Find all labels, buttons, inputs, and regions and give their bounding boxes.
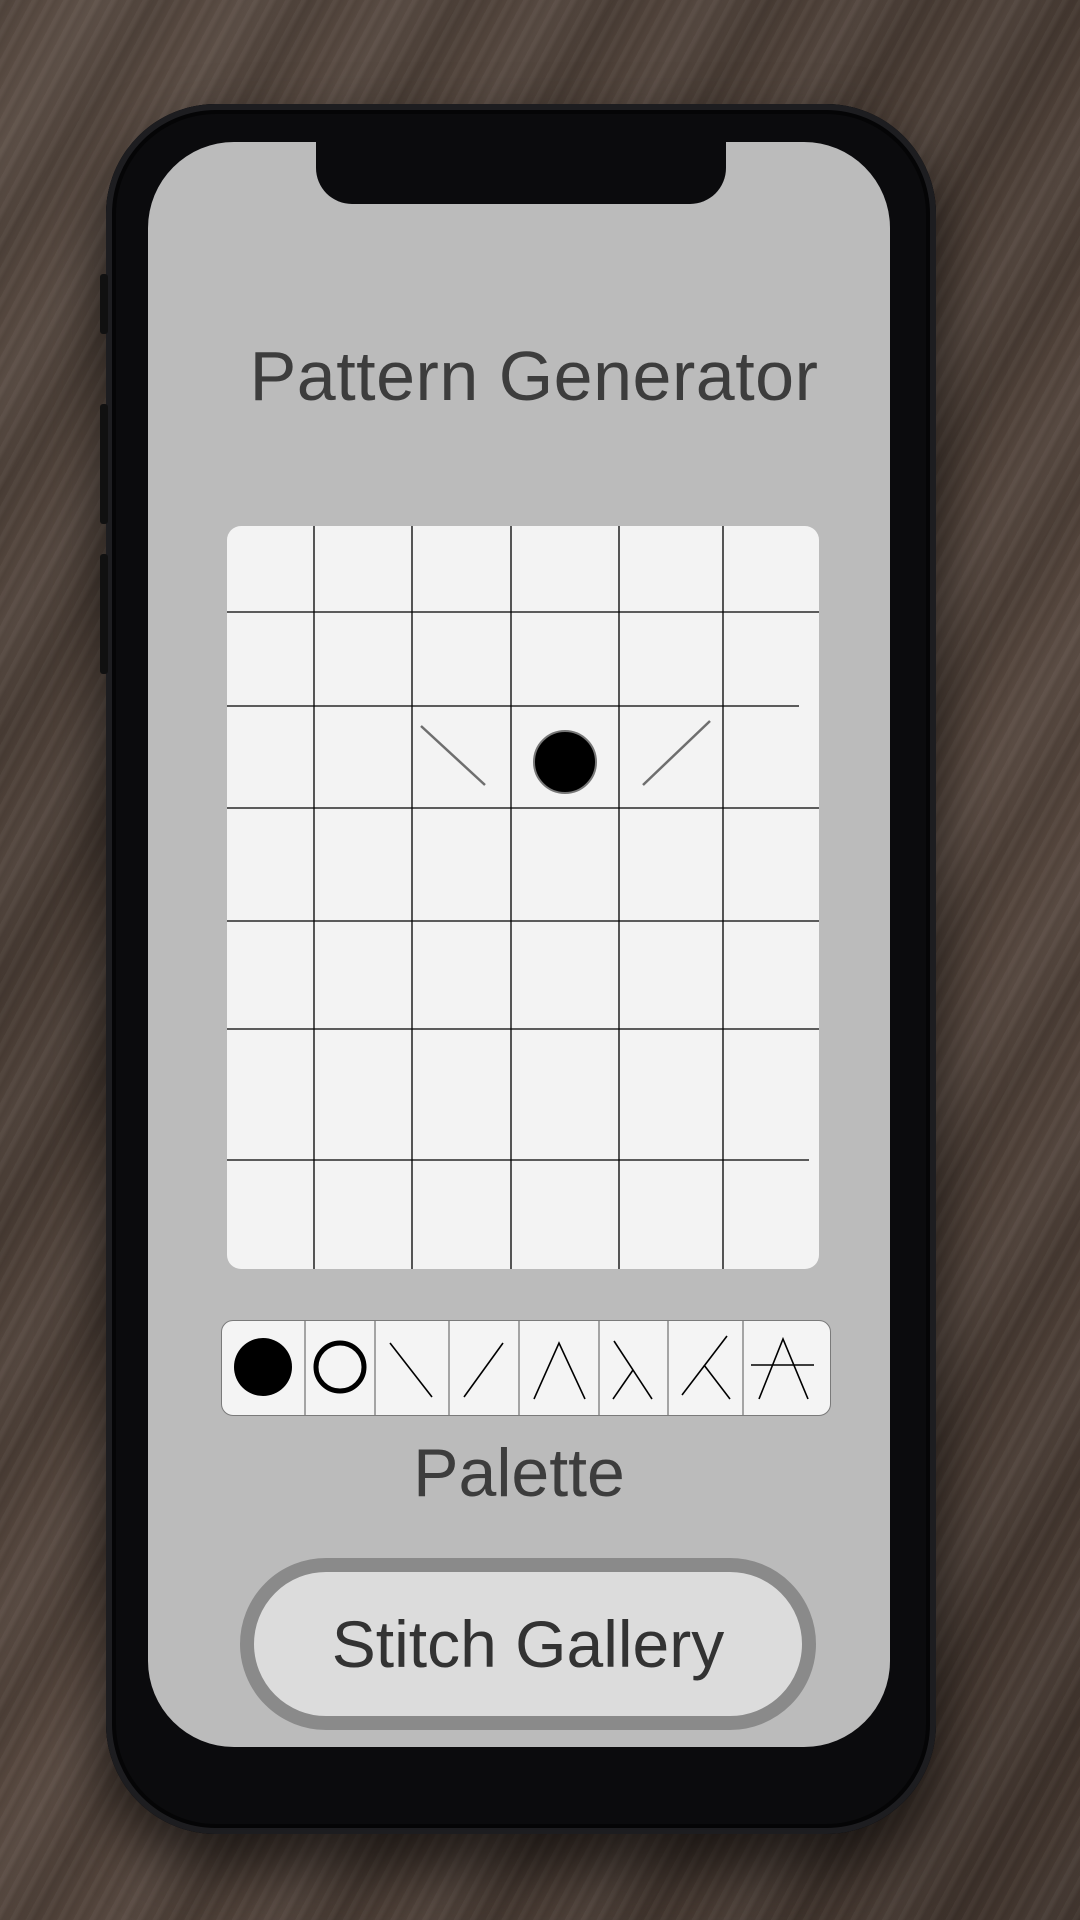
pattern-grid-canvas[interactable] <box>227 526 819 1269</box>
palette-item-backslash[interactable] <box>375 1321 449 1415</box>
stitch-gallery-button[interactable]: Stitch Gallery <box>240 1558 816 1730</box>
filled-circle-icon <box>234 1338 292 1396</box>
volume-down-button <box>100 554 108 674</box>
page-title: Pattern Generator <box>249 337 819 415</box>
palette-item-crossed-caret[interactable] <box>743 1321 830 1415</box>
stitch-palette <box>221 1320 831 1416</box>
pattern-grid[interactable] <box>227 526 819 1269</box>
palette-item-open-circle[interactable] <box>305 1321 375 1415</box>
palette-label: Palette <box>413 1435 625 1511</box>
mute-switch <box>100 274 108 334</box>
palette-item-filled-circle[interactable] <box>222 1321 305 1415</box>
palette-item-caret[interactable] <box>519 1321 599 1415</box>
camera-notch <box>316 142 726 204</box>
palette-canvas <box>222 1321 830 1415</box>
palette-item-lambda[interactable] <box>599 1321 668 1415</box>
palette-item-k[interactable] <box>668 1321 743 1415</box>
volume-up-button <box>100 404 108 524</box>
backslash-stitch-icon <box>420 725 486 786</box>
palette-item-slash[interactable] <box>449 1321 519 1415</box>
filled-circle-icon <box>533 730 597 794</box>
slash-stitch-icon <box>642 720 711 786</box>
app-screen: Pattern Generator Palette Stitch Gallery <box>148 142 890 1747</box>
